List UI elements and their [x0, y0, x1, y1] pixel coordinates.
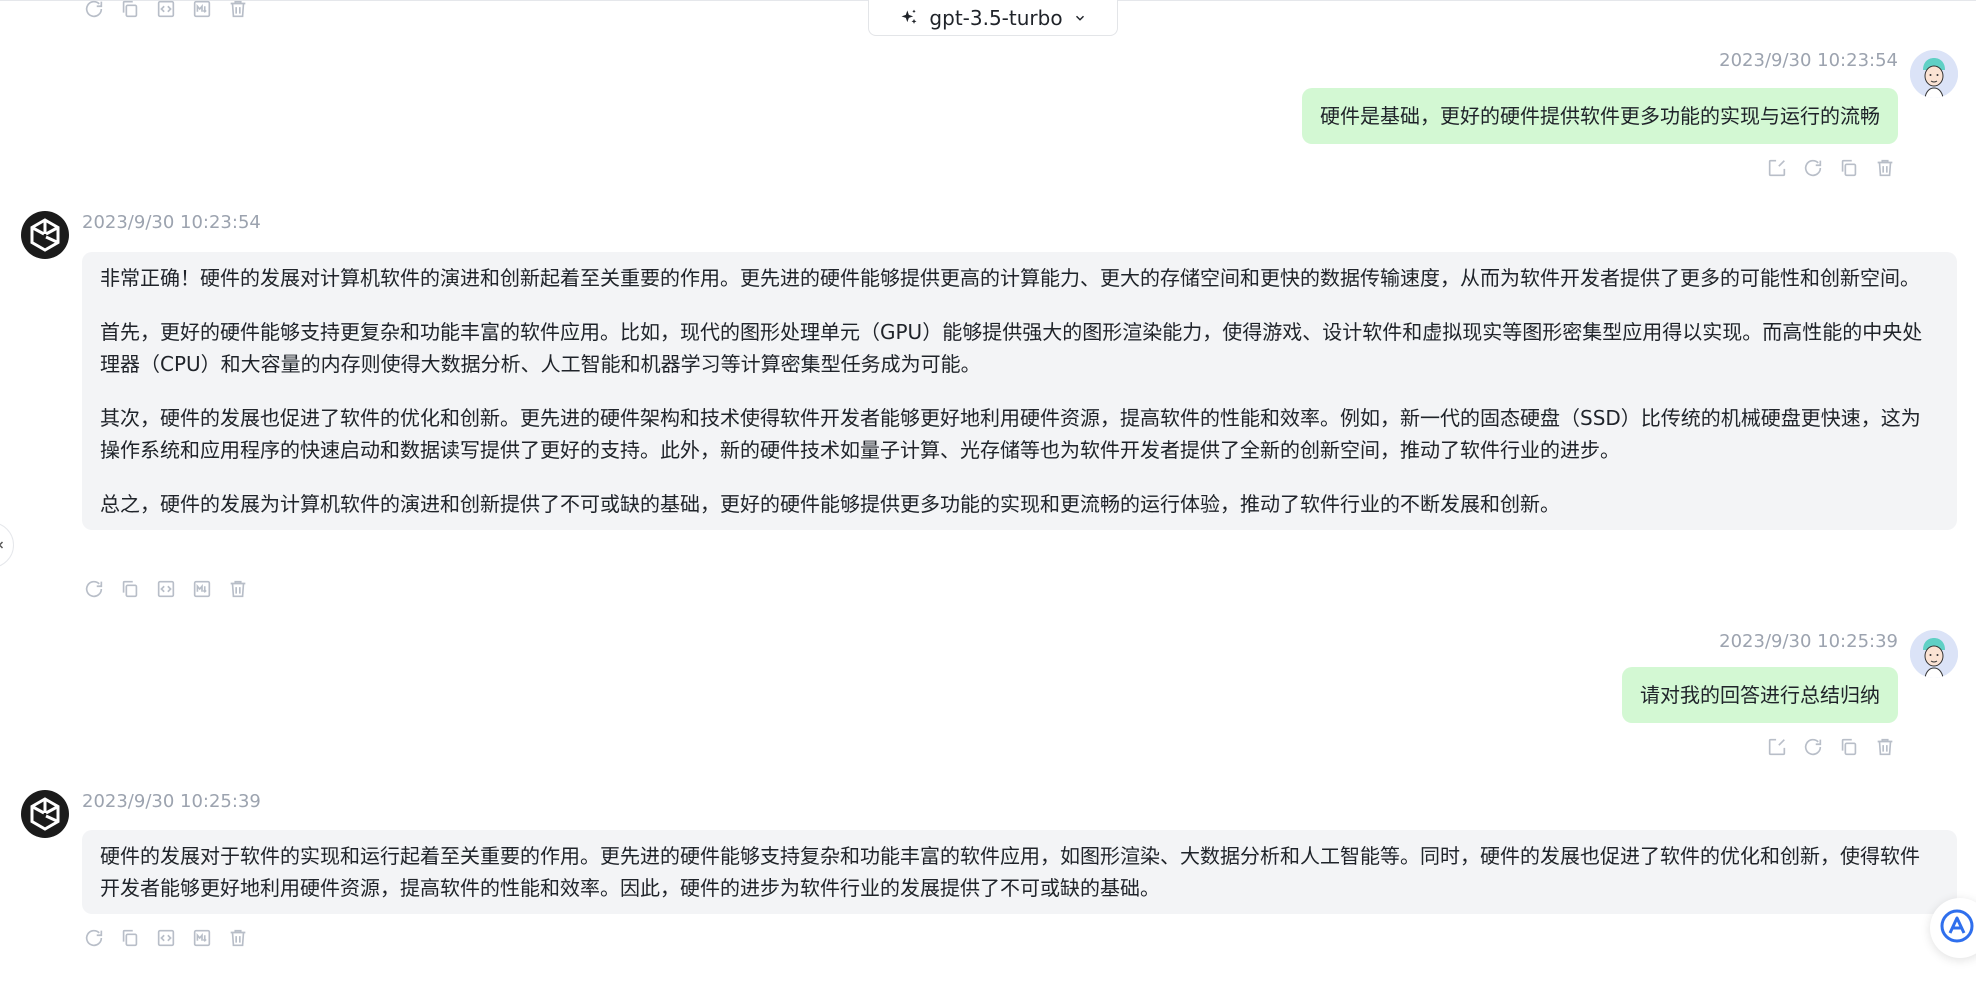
assistant-logo-icon: [1940, 909, 1974, 947]
message-paragraph: 硬件的发展对于软件的实现和运行起着至关重要的作用。更先进的硬件能够支持复杂和功能…: [100, 844, 1920, 900]
copy-icon[interactable]: [118, 577, 142, 601]
code-icon[interactable]: [154, 926, 178, 950]
message-timestamp: 2023/9/30 10:25:39: [82, 791, 261, 812]
markdown-icon[interactable]: [190, 0, 214, 21]
code-icon[interactable]: [154, 577, 178, 601]
assistant-message-bubble: 非常正确！硬件的发展对计算机软件的演进和创新起着至关重要的作用。更先进的硬件能够…: [82, 252, 1957, 530]
message-actions: [1765, 156, 1897, 180]
message-actions: [82, 577, 250, 601]
code-icon[interactable]: [154, 0, 178, 21]
message-paragraph: 首先，更好的硬件能够支持更复杂和功能丰富的软件应用。比如，现代的图形处理单元（G…: [100, 320, 1923, 376]
model-label: gpt-3.5-turbo: [929, 5, 1063, 30]
message-actions: [1765, 735, 1897, 759]
message-paragraph: 其次，硬件的发展也促进了软件的优化和创新。更先进的硬件架构和技术使得软件开发者能…: [100, 406, 1921, 462]
sparkle-icon: [899, 8, 919, 28]
assistant-avatar: [20, 210, 70, 260]
copy-icon[interactable]: [1837, 156, 1861, 180]
message-timestamp: 2023/9/30 10:25:39: [1719, 631, 1898, 652]
copy-icon[interactable]: [118, 0, 142, 21]
markdown-icon[interactable]: [190, 577, 214, 601]
user-avatar: [1910, 630, 1958, 678]
floating-assistant-button[interactable]: [1930, 898, 1976, 958]
user-message-bubble: 请对我的回答进行总结归纳: [1622, 667, 1898, 723]
refresh-icon[interactable]: [1801, 156, 1825, 180]
sidebar-toggle[interactable]: [0, 522, 14, 568]
delete-icon[interactable]: [1873, 156, 1897, 180]
delete-icon[interactable]: [226, 926, 250, 950]
delete-icon[interactable]: [226, 577, 250, 601]
delete-icon[interactable]: [226, 0, 250, 21]
message-paragraph: 总之，硬件的发展为计算机软件的演进和创新提供了不可或缺的基础，更好的硬件能够提供…: [100, 492, 1560, 516]
copy-icon[interactable]: [118, 926, 142, 950]
message-timestamp: 2023/9/30 10:23:54: [1719, 50, 1898, 71]
user-avatar: [1910, 50, 1958, 98]
refresh-icon[interactable]: [1801, 735, 1825, 759]
refresh-icon[interactable]: [82, 926, 106, 950]
refresh-icon[interactable]: [82, 0, 106, 21]
assistant-avatar: [20, 789, 70, 839]
message-timestamp: 2023/9/30 10:23:54: [82, 212, 261, 233]
refresh-icon[interactable]: [82, 577, 106, 601]
edit-icon[interactable]: [1765, 735, 1789, 759]
user-message-bubble: 硬件是基础，更好的硬件提供软件更多功能的实现与运行的流畅: [1302, 88, 1898, 144]
markdown-icon[interactable]: [190, 926, 214, 950]
message-actions: [82, 0, 250, 21]
message-actions: [82, 926, 250, 950]
chevron-left-icon: [0, 536, 7, 555]
copy-icon[interactable]: [1837, 735, 1861, 759]
chevron-down-icon: [1073, 11, 1087, 25]
delete-icon[interactable]: [1873, 735, 1897, 759]
assistant-message-bubble: 硬件的发展对于软件的实现和运行起着至关重要的作用。更先进的硬件能够支持复杂和功能…: [82, 830, 1957, 914]
message-paragraph: 非常正确！硬件的发展对计算机软件的演进和创新起着至关重要的作用。更先进的硬件能够…: [100, 266, 1920, 290]
edit-icon[interactable]: [1765, 156, 1789, 180]
model-selector[interactable]: gpt-3.5-turbo: [868, 0, 1118, 36]
